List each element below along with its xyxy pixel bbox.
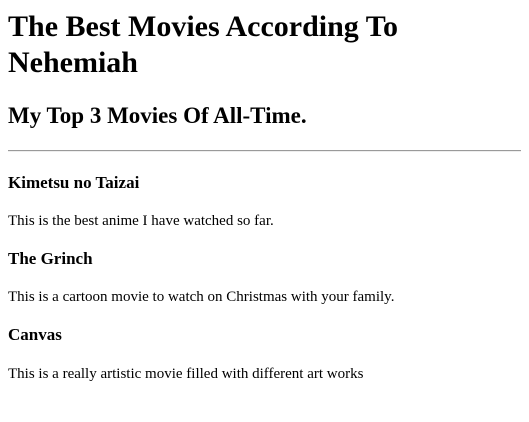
- page-content: The Best Movies According To Nehemiah My…: [0, 9, 529, 383]
- divider: [8, 150, 521, 152]
- movie-item: The Grinch This is a cartoon movie to wa…: [8, 249, 521, 306]
- movie-description: This is a cartoon movie to watch on Chri…: [8, 289, 395, 305]
- movie-description: This is a really artistic movie filled w…: [8, 366, 364, 382]
- page-subtitle: My Top 3 Movies Of All-Time.: [8, 103, 307, 128]
- movie-description: This is the best anime I have watched so…: [8, 213, 274, 229]
- movie-title: Canvas: [8, 325, 62, 344]
- page-title: The Best Movies According To Nehemiah: [8, 10, 399, 79]
- movie-item: Canvas This is a really artistic movie f…: [8, 325, 521, 383]
- movie-title: Kimetsu no Taizai: [8, 173, 140, 192]
- movie-title: The Grinch: [8, 249, 93, 268]
- movie-item: Kimetsu no Taizai This is the best anime…: [8, 173, 521, 230]
